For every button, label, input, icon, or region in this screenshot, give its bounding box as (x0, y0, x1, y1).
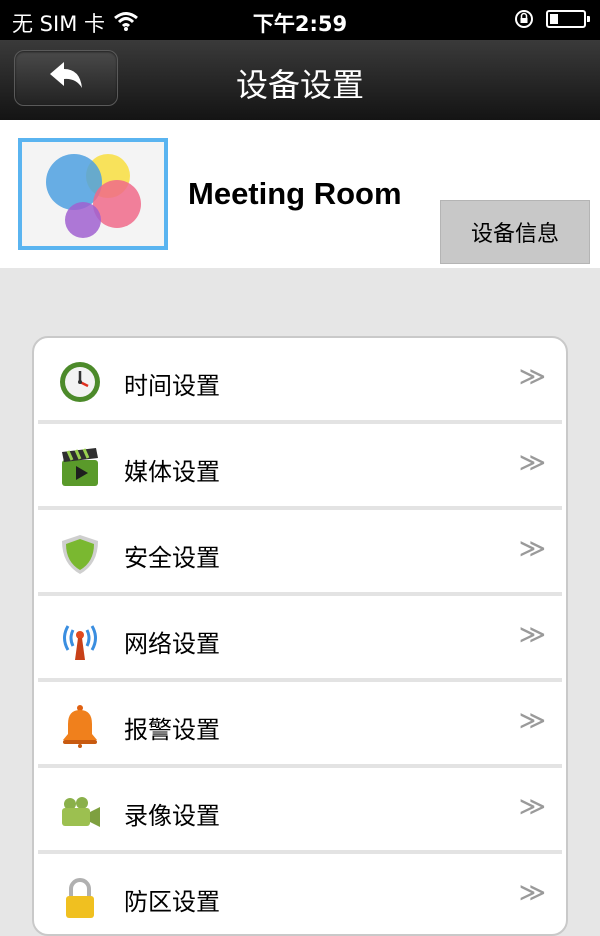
status-clock: 下午2:59 (252, 12, 348, 36)
chevron-right-icon: ≫ (518, 620, 546, 650)
chevron-right-icon: ≫ (518, 792, 546, 822)
rotation-lock-icon (514, 9, 534, 29)
status-bar: 无 SIM 卡 下午2:59 (0, 0, 600, 40)
setting-label: 报警设置 (124, 716, 220, 744)
bell-icon (58, 704, 102, 748)
setting-item-alarm[interactable]: 报警设置 ≫ (38, 682, 562, 768)
padlock-icon (58, 876, 102, 920)
setting-item-zone[interactable]: 防区设置 ≫ (38, 854, 562, 934)
navigation-bar: 设备设置 (0, 40, 600, 120)
device-name: Meeting Room (188, 176, 402, 211)
setting-item-recording[interactable]: 录像设置 ≫ (38, 768, 562, 854)
game-center-bubbles-icon (46, 154, 141, 238)
chevron-right-icon: ≫ (518, 706, 546, 736)
setting-label: 媒体设置 (124, 458, 220, 486)
setting-item-security[interactable]: 安全设置 ≫ (38, 510, 562, 596)
battery-level (550, 14, 558, 24)
chevron-right-icon: ≫ (518, 878, 546, 908)
device-header: Meeting Room 设备信息 (0, 120, 600, 268)
chevron-right-icon: ≫ (518, 362, 546, 392)
shield-icon (58, 532, 102, 576)
setting-label: 安全设置 (124, 544, 220, 572)
setting-label: 录像设置 (124, 802, 220, 830)
battery-icon (546, 10, 590, 28)
settings-list: 时间设置 ≫ 媒体设置 ≫ 安全设置 ≫ 网络设置 ≫ 报警设置 ≫ 录像设置 … (32, 336, 568, 936)
video-camera-icon (58, 790, 102, 834)
antenna-icon (58, 618, 102, 662)
clock-icon (58, 360, 102, 404)
clapperboard-icon (58, 446, 102, 490)
device-info-button[interactable]: 设备信息 (440, 200, 590, 264)
chevron-right-icon: ≫ (518, 534, 546, 564)
setting-item-network[interactable]: 网络设置 ≫ (38, 596, 562, 682)
setting-item-time[interactable]: 时间设置 ≫ (38, 338, 562, 424)
chevron-right-icon: ≫ (518, 448, 546, 478)
page-title: 设备设置 (235, 66, 364, 104)
status-indicators (514, 9, 590, 29)
setting-item-media[interactable]: 媒体设置 ≫ (38, 424, 562, 510)
device-thumbnail[interactable] (18, 138, 168, 250)
setting-label: 时间设置 (124, 372, 220, 400)
setting-label: 网络设置 (124, 630, 220, 658)
